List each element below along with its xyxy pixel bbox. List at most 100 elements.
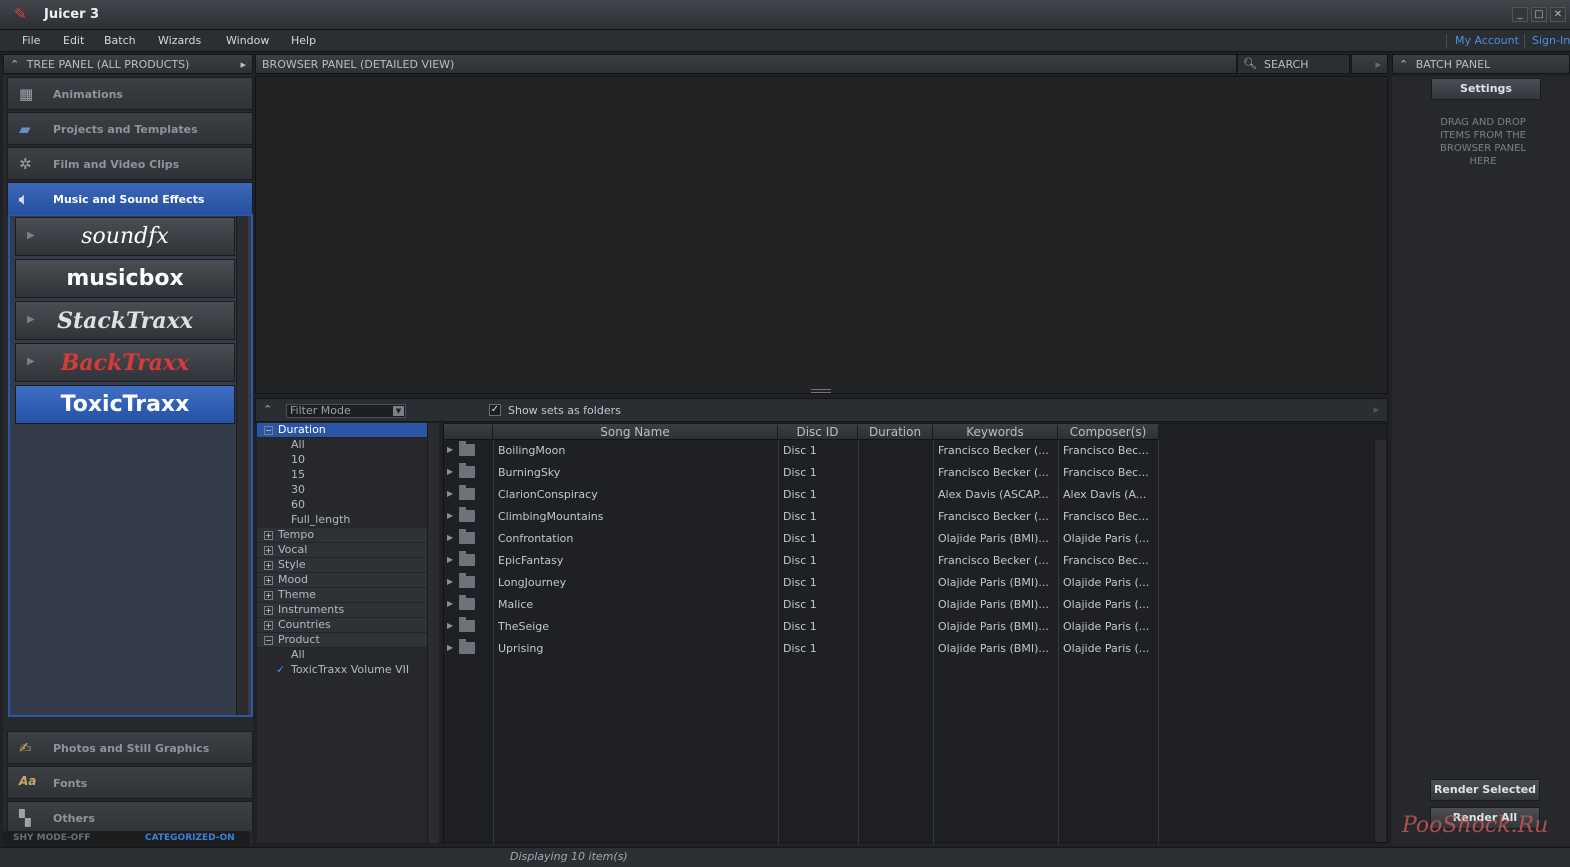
splitter-handle[interactable] (811, 389, 831, 393)
filter-group-mood[interactable]: + Mood (257, 573, 427, 588)
render-selected-button[interactable]: Render Selected (1430, 779, 1540, 801)
table-row[interactable]: ▶ Malice Disc 1 Olajide Paris (BMI)... Olaji… (444, 594, 1381, 616)
category-film-clips[interactable]: ✲ Film and Video Clips (7, 147, 253, 180)
expand-arrow-icon[interactable]: ▶ (447, 511, 453, 520)
collapse-up-icon[interactable]: ⌃ (10, 58, 19, 71)
filter-tree-scrollbar[interactable] (427, 423, 439, 843)
category-music-sfx[interactable]: 🔈︎ Music and Sound Effects (7, 182, 253, 215)
header-disc-id[interactable]: Disc ID (778, 425, 858, 440)
maximize-button[interactable]: □ (1531, 7, 1547, 22)
collapse-icon[interactable]: − (264, 426, 273, 435)
filter-group-tempo[interactable]: + Tempo (257, 528, 427, 543)
header-song-name[interactable]: Song Name (493, 425, 778, 440)
expand-icon[interactable]: + (264, 621, 273, 630)
table-row[interactable]: ▶ EpicFantasy Disc 1 Francisco Becker (... F… (444, 550, 1381, 572)
grid-scrollbar[interactable] (1374, 440, 1386, 842)
panel-arrow-icon[interactable]: ▸ (1373, 403, 1379, 416)
expand-icon[interactable]: + (264, 591, 273, 600)
table-row[interactable]: ▶ BurningSky Disc 1 Francisco Becker (... Fr… (444, 462, 1381, 484)
category-fonts[interactable]: Aa Fonts (7, 766, 253, 799)
filter-item[interactable]: 30 (257, 483, 427, 498)
header-duration[interactable]: Duration (858, 425, 933, 440)
expand-arrow-icon[interactable]: ▶ (447, 555, 453, 564)
category-others[interactable]: ▚ Others (7, 801, 253, 834)
collapse-icon[interactable]: − (264, 636, 273, 645)
search-field[interactable]: 🔍︎ SEARCH (1237, 54, 1350, 74)
filter-group-vocal[interactable]: + Vocal (257, 543, 427, 558)
shy-mode-toggle[interactable]: SHY MODE-OFF (13, 833, 91, 843)
close-button[interactable]: ✕ (1550, 7, 1566, 22)
table-row[interactable]: ▶ ClarionConspiracy Disc 1 Alex Davis (ASCA… (444, 484, 1381, 506)
expand-icon[interactable]: + (264, 546, 273, 555)
table-row[interactable]: ▶ LongJourney Disc 1 Olajide Paris (BMI)...… (444, 572, 1381, 594)
filter-group-countries[interactable]: + Countries (257, 618, 427, 633)
batch-panel[interactable]: Settings DRAG AND DROP ITEMS FROM THE BR… (1392, 76, 1570, 846)
chevron-down-icon[interactable]: ▼ (393, 406, 404, 416)
menu-window[interactable]: Window (226, 34, 269, 47)
filter-item[interactable]: All (257, 438, 427, 453)
logo-toxictraxx[interactable]: ToxicTraxx (15, 385, 235, 424)
expand-arrow-icon[interactable]: ▶ (447, 599, 453, 608)
minimize-button[interactable]: _ (1512, 7, 1528, 22)
expand-icon[interactable]: + (264, 606, 273, 615)
table-row[interactable]: ▶ Confrontation Disc 1 Olajide Paris (BMI).… (444, 528, 1381, 550)
filter-item[interactable]: Full_length (257, 513, 427, 528)
panel-arrow-icon[interactable]: ▸ (240, 58, 246, 71)
expand-arrow-icon[interactable]: ▶ (447, 489, 453, 498)
expand-arrow-icon[interactable]: ▶ (447, 445, 453, 454)
filter-item[interactable]: ✓ ToxicTraxx Volume VII (257, 663, 427, 678)
show-sets-checkbox[interactable]: ✓ (489, 404, 501, 416)
browser-thumbnail-area[interactable] (255, 76, 1388, 394)
filter-group-theme[interactable]: + Theme (257, 588, 427, 603)
backtraxx-logo: BackTraxx (60, 349, 190, 376)
categorized-toggle[interactable]: CATEGORIZED-ON (145, 833, 235, 843)
menu-edit[interactable]: Edit (63, 34, 84, 47)
filter-group-style[interactable]: + Style (257, 558, 427, 573)
expand-icon[interactable]: + (264, 561, 273, 570)
cell-keywords: Francisco Becker (... (938, 466, 1049, 479)
logo-soundfx[interactable]: ▶ soundfx (15, 217, 235, 256)
logo-musicbox[interactable]: musicbox (15, 259, 235, 298)
expand-icon[interactable]: + (264, 531, 273, 540)
category-projects[interactable]: ▰ Projects and Templates (7, 112, 253, 145)
expand-arrow-icon[interactable]: ▶ (447, 621, 453, 630)
filter-group-duration[interactable]: − Duration (257, 423, 427, 438)
filter-item[interactable]: 10 (257, 453, 427, 468)
cell-disc-id: Disc 1 (783, 510, 817, 523)
logo-backtraxx[interactable]: ▶ BackTraxx (15, 343, 235, 382)
collapse-up-icon[interactable]: ⌃ (1399, 58, 1408, 71)
cell-keywords: Olajide Paris (BMI)... (938, 532, 1049, 545)
category-photos[interactable]: ✍ Photos and Still Graphics (7, 731, 253, 764)
collapse-up-icon[interactable]: ⌃ (263, 403, 272, 416)
table-row[interactable]: ▶ Uprising Disc 1 Olajide Paris (BMI)... Ola… (444, 638, 1381, 660)
expand-icon[interactable]: + (264, 576, 273, 585)
panel-arrow-icon[interactable]: ▸ (1375, 58, 1381, 71)
menu-batch[interactable]: Batch (104, 34, 136, 47)
logo-list-scrollbar[interactable] (236, 216, 248, 715)
sign-in-link[interactable]: Sign-In (1532, 34, 1570, 47)
filter-mode-select[interactable]: Filter Mode ▼ (286, 404, 406, 418)
my-account-link[interactable]: My Account (1455, 34, 1519, 47)
menu-wizards[interactable]: Wizards (158, 34, 201, 47)
filter-group-product[interactable]: − Product (257, 633, 427, 648)
table-row[interactable]: ▶ TheSeige Disc 1 Olajide Paris (BMI)... Ola… (444, 616, 1381, 638)
table-row[interactable]: ▶ BoilingMoon Disc 1 Francisco Becker (... F… (444, 440, 1381, 462)
filter-item[interactable]: 60 (257, 498, 427, 513)
menu-help[interactable]: Help (291, 34, 316, 47)
expand-arrow-icon[interactable]: ▶ (447, 467, 453, 476)
folder-icon (459, 485, 475, 500)
filter-item[interactable]: 15 (257, 468, 427, 483)
expand-arrow-icon[interactable]: ▶ (447, 577, 453, 586)
expand-arrow-icon[interactable]: ▶ (447, 533, 453, 542)
filter-group-instruments[interactable]: + Instruments (257, 603, 427, 618)
category-animations[interactable]: ▦ Animations (7, 77, 253, 110)
header-composers[interactable]: Composer(s) (1058, 425, 1159, 440)
settings-button[interactable]: Settings (1431, 78, 1541, 100)
filter-item[interactable]: All (257, 648, 427, 663)
folder-icon (459, 529, 475, 544)
table-row[interactable]: ▶ ClimbingMountains Disc 1 Francisco Becker… (444, 506, 1381, 528)
header-keywords[interactable]: Keywords (933, 425, 1058, 440)
expand-arrow-icon[interactable]: ▶ (447, 643, 453, 652)
logo-stacktraxx[interactable]: ▶ StackTraxx (15, 301, 235, 340)
menu-file[interactable]: File (22, 34, 40, 47)
